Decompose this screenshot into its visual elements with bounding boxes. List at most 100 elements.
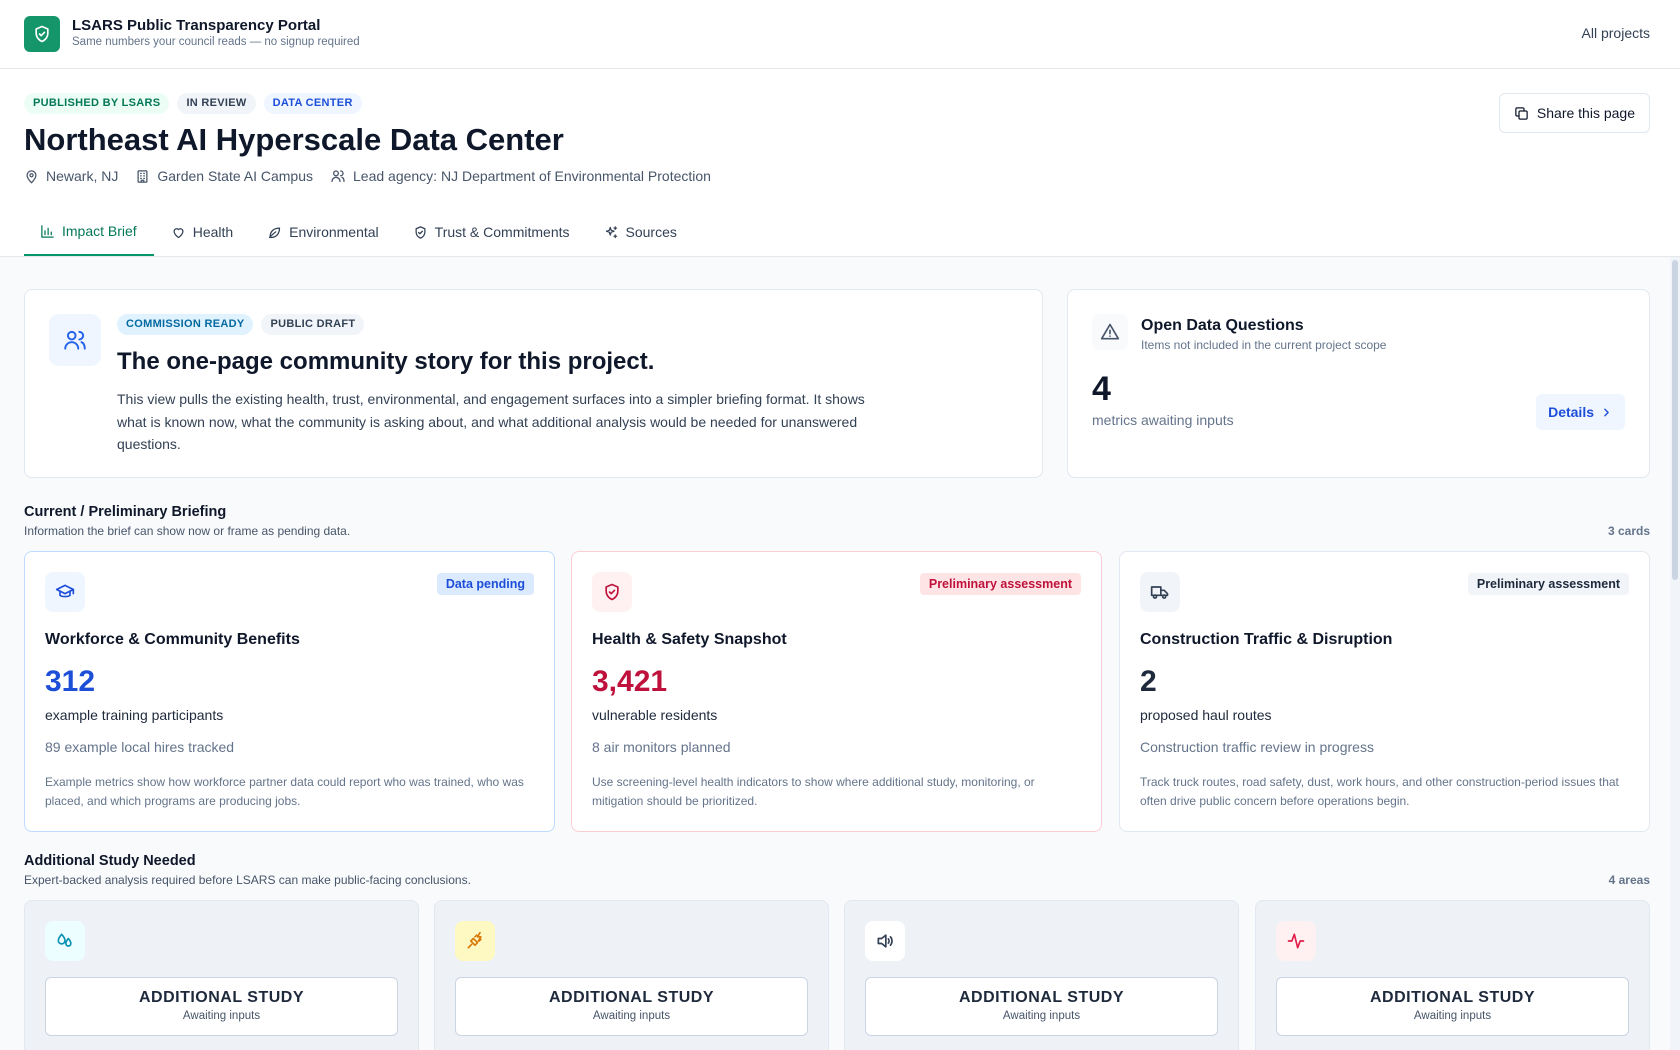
shield-check-icon[interactable]: [24, 16, 60, 52]
card-description: Use screening-level health indicators to…: [592, 775, 1035, 808]
open-questions-subtitle: Items not included in the current projec…: [1141, 338, 1387, 352]
campus-meta: Garden State AI Campus: [135, 168, 313, 184]
all-projects-link[interactable]: All projects: [1582, 25, 1650, 41]
study-status-box: ADDITIONAL STUDY Awaiting inputs: [865, 977, 1218, 1036]
additional-section-count: 4 areas: [1608, 873, 1650, 887]
card-secondary: 89 example local hires tracked: [45, 739, 235, 755]
category-chip: DATA CENTER: [263, 93, 362, 114]
card-value-label: example training participants: [45, 707, 224, 723]
card-value: 2: [1140, 665, 1157, 698]
story-body: This view pulls the existing health, tru…: [117, 391, 865, 452]
tab-label: Health: [192, 224, 234, 240]
copy-icon: [1514, 106, 1529, 121]
location-meta: Newark, NJ: [24, 168, 118, 184]
truck-icon: [1140, 572, 1180, 612]
study-status-subtitle: Awaiting inputs: [182, 1010, 261, 1022]
card-value-label: vulnerable residents: [592, 707, 718, 723]
tab-label: Environmental: [289, 224, 379, 240]
activity-icon: [1276, 921, 1316, 961]
card-title: Construction Traffic & Disruption: [1140, 631, 1393, 648]
details-button[interactable]: Details: [1536, 394, 1625, 430]
leaf-icon: [267, 225, 282, 240]
study-card-water[interactable]: ADDITIONAL STUDY Awaiting inputs: [24, 900, 419, 1050]
status-badge: Preliminary assessment: [919, 573, 1081, 595]
tab-environmental[interactable]: Environmental: [250, 208, 396, 256]
share-button[interactable]: Share this page: [1498, 93, 1650, 133]
tab-sources[interactable]: Sources: [587, 208, 694, 256]
status-badge: Preliminary assessment: [1467, 573, 1629, 595]
tab-impact-brief[interactable]: Impact Brief: [24, 208, 154, 256]
project-chips: PUBLISHED BY LSARS IN REVIEW DATA CENTER: [24, 93, 362, 114]
tab-bar: Impact Brief Health Environmental Trust …: [24, 208, 694, 256]
study-card-power[interactable]: ADDITIONAL STUDY Awaiting inputs: [434, 900, 829, 1050]
graduation-cap-icon: [45, 572, 85, 612]
study-status-title: ADDITIONAL STUDY: [548, 989, 715, 1006]
briefing-section-title: Current / Preliminary Briefing: [24, 504, 227, 520]
share-label: Share this page: [1536, 105, 1635, 121]
droplets-icon: [45, 921, 85, 961]
study-status-title: ADDITIONAL STUDY: [958, 989, 1125, 1006]
open-questions-count: 4: [1092, 370, 1111, 408]
card-title: Workforce & Community Benefits: [45, 631, 300, 648]
card-value: 312: [45, 665, 96, 698]
map-pin-icon: [24, 169, 39, 184]
agency-meta: Lead agency: NJ Department of Environmen…: [330, 168, 711, 184]
metric-card-workforce[interactable]: Data pending Workforce & Community Benef…: [24, 551, 555, 832]
shield-icon: [413, 225, 428, 240]
published-chip: PUBLISHED BY LSARS: [24, 93, 170, 114]
metric-card-traffic[interactable]: Preliminary assessment Construction Traf…: [1119, 551, 1650, 832]
top-bar: LSARS Public Transparency Portal Same nu…: [0, 0, 1680, 69]
study-card-noise[interactable]: ADDITIONAL STUDY Awaiting inputs: [844, 900, 1239, 1050]
heart-icon: [171, 225, 186, 240]
bar-chart-icon: [40, 224, 55, 239]
commission-ready-chip: COMMISSION READY: [117, 314, 254, 335]
briefing-section-count: 3 cards: [1607, 524, 1650, 538]
study-status-box: ADDITIONAL STUDY Awaiting inputs: [455, 977, 808, 1036]
public-draft-chip: PUBLIC DRAFT: [261, 314, 365, 335]
details-label: Details: [1548, 404, 1594, 420]
project-meta: Newark, NJ Garden State AI Campus Lead a…: [24, 168, 728, 184]
open-questions-card: Open Data Questions Items not included i…: [1067, 289, 1650, 478]
agency-text: Lead agency: NJ Department of Environmen…: [353, 168, 711, 184]
scrollbar-thumb[interactable]: [1672, 260, 1678, 580]
study-status-subtitle: Awaiting inputs: [592, 1010, 671, 1022]
study-card-health[interactable]: ADDITIONAL STUDY Awaiting inputs: [1255, 900, 1650, 1050]
status-chip: IN REVIEW: [177, 93, 256, 114]
card-value: 3,421: [592, 665, 668, 698]
page-title: Northeast AI Hyperscale Data Center: [24, 122, 564, 157]
study-status-box: ADDITIONAL STUDY Awaiting inputs: [1276, 977, 1629, 1036]
study-status-title: ADDITIONAL STUDY: [1369, 989, 1536, 1006]
additional-section-title: Additional Study Needed: [24, 853, 196, 869]
story-chips: COMMISSION READY PUBLIC DRAFT: [117, 314, 365, 335]
card-title: Health & Safety Snapshot: [592, 631, 787, 648]
location-text: Newark, NJ: [46, 168, 119, 184]
users-icon: [330, 168, 346, 184]
metric-card-health[interactable]: Preliminary assessment Health & Safety S…: [571, 551, 1102, 832]
volume-icon: [865, 921, 905, 961]
tab-health[interactable]: Health: [154, 208, 250, 256]
building-icon: [135, 169, 150, 184]
story-title: The one-page community story for this pr…: [117, 348, 655, 375]
additional-section-subtitle: Expert-backed analysis required before L…: [24, 873, 471, 887]
shield-check-icon: [592, 572, 632, 612]
tab-label: Sources: [625, 224, 677, 240]
card-description: Track truck routes, road safety, dust, w…: [1140, 775, 1619, 808]
tab-trust[interactable]: Trust & Commitments: [396, 208, 587, 256]
open-questions-title: Open Data Questions: [1141, 317, 1304, 334]
alert-triangle-icon: [1092, 314, 1128, 350]
card-description: Example metrics show how workforce partn…: [45, 775, 524, 808]
open-questions-count-label: metrics awaiting inputs: [1092, 412, 1234, 428]
brand-subtitle: Same numbers your council reads — no sig…: [72, 36, 360, 48]
study-status-box: ADDITIONAL STUDY Awaiting inputs: [45, 977, 398, 1036]
story-card: COMMISSION READY PUBLIC DRAFT The one-pa…: [24, 289, 1043, 478]
tab-label: Impact Brief: [62, 223, 137, 239]
campus-text: Garden State AI Campus: [157, 168, 313, 184]
plug-zap-icon: [455, 921, 495, 961]
study-status-title: ADDITIONAL STUDY: [138, 989, 305, 1006]
project-header: PUBLISHED BY LSARS IN REVIEW DATA CENTER…: [0, 69, 1680, 257]
brand-title: LSARS Public Transparency Portal: [72, 17, 321, 34]
users-icon: [49, 314, 101, 366]
briefing-section-subtitle: Information the brief can show now or fr…: [24, 524, 351, 538]
card-value-label: proposed haul routes: [1140, 707, 1272, 723]
tab-label: Trust & Commitments: [434, 224, 570, 240]
